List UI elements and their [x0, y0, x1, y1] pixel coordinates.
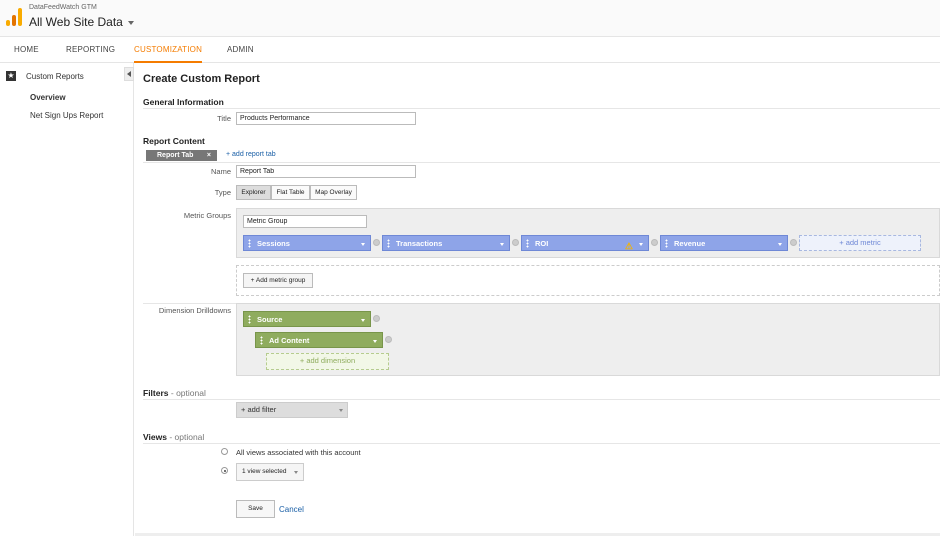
- remove-metric-icon[interactable]: [512, 239, 519, 246]
- views-select-value: 1 view selected: [242, 468, 287, 475]
- sidebar: ★ Custom Reports Overview Net Sign Ups R…: [0, 63, 134, 536]
- drag-handle-icon[interactable]: [526, 239, 529, 248]
- analytics-logo-icon[interactable]: [6, 8, 22, 26]
- close-icon[interactable]: ×: [207, 150, 211, 161]
- optional-label: - optional: [166, 432, 205, 442]
- main-content: Create Custom Report General Information…: [135, 63, 940, 536]
- filters-title: Filters: [143, 388, 169, 398]
- dimension-panel: Source Ad Content + add dimension: [236, 303, 940, 376]
- all-views-label: All views associated with this account: [236, 448, 361, 457]
- warning-icon: ⚠: [624, 241, 633, 251]
- divider: [143, 443, 940, 444]
- account-name: DataFeedWatch GTM: [29, 4, 97, 11]
- type-explorer-button[interactable]: Explorer: [236, 185, 271, 200]
- radio-all-views[interactable]: [221, 448, 228, 455]
- metric-group-name-input[interactable]: [243, 215, 367, 228]
- metric-label: Transactions: [396, 239, 443, 248]
- dimension-pill-source[interactable]: Source: [243, 311, 371, 327]
- property-name: All Web Site Data: [29, 15, 123, 29]
- general-info-heading: General Information: [143, 97, 224, 107]
- remove-metric-icon[interactable]: [651, 239, 658, 246]
- filters-heading: Filters - optional: [143, 388, 206, 398]
- save-button[interactable]: Save: [236, 500, 275, 518]
- drag-handle-icon[interactable]: [260, 336, 263, 345]
- metric-pill-sessions[interactable]: Sessions: [243, 235, 371, 251]
- metric-pill-roi[interactable]: ROI ⚠: [521, 235, 649, 251]
- tab-home[interactable]: HOME: [14, 37, 39, 63]
- dimension-label: Source: [257, 315, 283, 324]
- add-report-tab-link[interactable]: + add report tab: [226, 151, 276, 158]
- add-filter-button[interactable]: + add filter: [236, 402, 348, 418]
- report-tab-label: Report Tab: [157, 152, 194, 159]
- metric-label: Revenue: [674, 239, 706, 248]
- title-input[interactable]: [236, 112, 416, 125]
- metric-label: ROI: [535, 239, 549, 248]
- views-select[interactable]: 1 view selected: [236, 463, 304, 481]
- chevron-down-icon[interactable]: [778, 243, 782, 246]
- divider: [143, 108, 940, 109]
- views-title: Views: [143, 432, 167, 442]
- logo-bar-medium: [12, 15, 16, 26]
- logo-bar-large: [18, 8, 22, 26]
- property-selector[interactable]: All Web Site Data: [29, 15, 134, 29]
- dimension-drilldowns-label: Dimension Drilldowns: [158, 306, 231, 315]
- tab-reporting[interactable]: REPORTING: [66, 37, 115, 63]
- chevron-down-icon[interactable]: [639, 243, 643, 246]
- optional-label: - optional: [168, 388, 206, 398]
- collapse-sidebar-button[interactable]: [124, 67, 134, 81]
- sidebar-item-net-sign-ups-report[interactable]: Net Sign Ups Report: [30, 111, 103, 120]
- sidebar-title[interactable]: Custom Reports: [26, 72, 84, 81]
- cancel-link[interactable]: Cancel: [279, 505, 304, 514]
- chevron-down-icon: [294, 471, 298, 474]
- type-label: Type: [214, 188, 231, 197]
- drag-handle-icon[interactable]: [665, 239, 668, 248]
- name-label: Name: [210, 167, 231, 176]
- add-metric-button[interactable]: + add metric: [799, 235, 921, 251]
- tab-customization[interactable]: CUSTOMIZATION: [134, 37, 203, 63]
- page-title: Create Custom Report: [143, 73, 260, 85]
- remove-dimension-icon[interactable]: [373, 315, 380, 322]
- chevron-down-icon: [127, 20, 134, 25]
- chevron-down-icon[interactable]: [361, 243, 365, 246]
- chevron-down-icon[interactable]: [361, 319, 365, 322]
- add-metric-group-area: + Add metric group: [236, 265, 940, 296]
- sidebar-item-overview[interactable]: Overview: [30, 93, 66, 102]
- main-nav: HOME REPORTING CUSTOMIZATION ADMIN: [0, 37, 940, 63]
- type-map-overlay-button[interactable]: Map Overlay: [310, 185, 357, 200]
- chevron-down-icon: [339, 409, 343, 412]
- radio-selected-views[interactable]: [221, 467, 228, 474]
- remove-metric-icon[interactable]: [790, 239, 797, 246]
- dimension-pill-ad-content[interactable]: Ad Content: [255, 332, 383, 348]
- views-heading: Views - optional: [143, 432, 204, 442]
- metric-pill-revenue[interactable]: Revenue: [660, 235, 788, 251]
- remove-metric-icon[interactable]: [373, 239, 380, 246]
- drag-handle-icon[interactable]: [387, 239, 390, 248]
- name-input[interactable]: [236, 165, 416, 178]
- metric-group-panel: Sessions Transactions ROI ⚠ Revenue + add…: [236, 208, 940, 258]
- star-icon: ★: [6, 71, 16, 81]
- report-tab-chip[interactable]: Report Tab ×: [146, 150, 217, 161]
- tab-admin[interactable]: ADMIN: [227, 37, 254, 63]
- type-flat-table-button[interactable]: Flat Table: [271, 185, 310, 200]
- title-label: Title: [217, 114, 231, 123]
- drag-handle-icon[interactable]: [248, 239, 251, 248]
- divider: [143, 399, 940, 400]
- chevron-down-icon[interactable]: [500, 243, 504, 246]
- remove-dimension-icon[interactable]: [385, 336, 392, 343]
- chevron-down-icon[interactable]: [373, 340, 377, 343]
- add-filter-label: + add filter: [241, 405, 277, 414]
- dimension-label: Ad Content: [269, 336, 310, 345]
- logo-bar-small: [6, 20, 10, 26]
- divider: [143, 162, 940, 163]
- add-dimension-button[interactable]: + add dimension: [266, 353, 389, 370]
- metric-pill-transactions[interactable]: Transactions: [382, 235, 510, 251]
- add-metric-group-button[interactable]: + Add metric group: [243, 273, 313, 288]
- metric-label: Sessions: [257, 239, 290, 248]
- drag-handle-icon[interactable]: [248, 315, 251, 324]
- header-bar: DataFeedWatch GTM All Web Site Data: [0, 0, 940, 37]
- report-content-heading: Report Content: [143, 136, 205, 146]
- metric-groups-label: Metric Groups: [183, 211, 231, 220]
